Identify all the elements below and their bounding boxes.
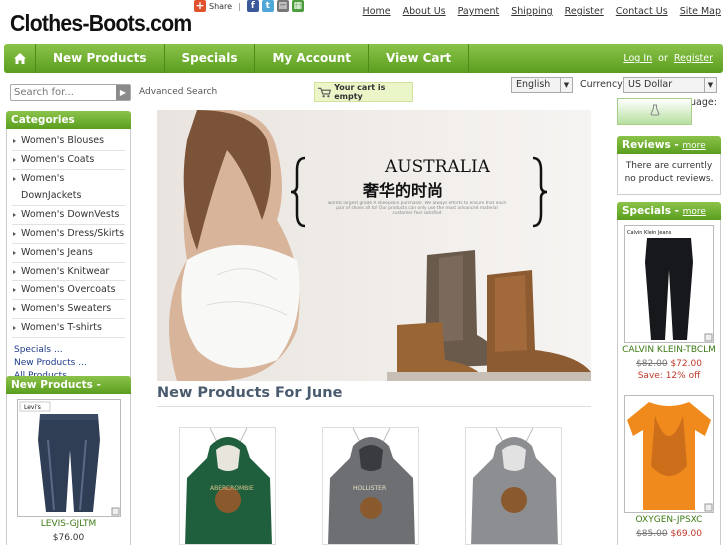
category-item[interactable]: Women's Dress/Skirts bbox=[12, 225, 125, 244]
category-item[interactable]: Women's T-shirts bbox=[12, 319, 125, 338]
section-divider bbox=[157, 406, 591, 407]
specials-more-link[interactable]: more bbox=[683, 207, 706, 217]
category-item[interactable]: Women's Blouses bbox=[12, 132, 125, 151]
category-item[interactable]: Women's Jeans bbox=[12, 244, 125, 263]
language-flag-button[interactable] bbox=[617, 98, 692, 125]
cart-status[interactable]: Your cart is empty bbox=[314, 82, 413, 102]
new-products-link[interactable]: New Products ... bbox=[14, 357, 123, 370]
category-item[interactable]: Women's Overcoats bbox=[12, 281, 125, 301]
top-link-payment[interactable]: Payment bbox=[458, 6, 500, 17]
nav-new-products[interactable]: New Products bbox=[36, 44, 165, 73]
main-nav: New Products Specials My Account View Ca… bbox=[4, 44, 723, 73]
reviews-text: There are currently no product reviews. bbox=[617, 154, 721, 195]
category-item[interactable]: Women's DownJackets bbox=[12, 170, 125, 207]
top-link-contact[interactable]: Contact Us bbox=[616, 6, 668, 17]
print-icon[interactable]: ▤ bbox=[276, 0, 289, 12]
brand-tag-text: Calvin Klein Jeans bbox=[627, 230, 672, 236]
special-price: $69.00 bbox=[670, 529, 702, 539]
language-value: English bbox=[516, 79, 551, 90]
or-text: or bbox=[658, 53, 668, 64]
dropdown-arrow-icon: ▼ bbox=[560, 78, 572, 92]
advanced-search-link[interactable]: Advanced Search bbox=[139, 87, 217, 97]
nav-specials[interactable]: Specials bbox=[165, 44, 256, 73]
new-products-box: New Products - more Levi's LEVIS-GJLTM $… bbox=[6, 376, 131, 545]
search-input[interactable] bbox=[11, 85, 116, 100]
top-link-shipping[interactable]: Shipping bbox=[511, 6, 552, 17]
nav-my-account[interactable]: My Account bbox=[255, 44, 370, 73]
old-price: $85.00 bbox=[636, 529, 668, 539]
product-image[interactable]: ABERCROMBIE bbox=[179, 427, 276, 545]
dropdown-arrow-icon: ▼ bbox=[704, 78, 716, 92]
category-item[interactable]: Women's Sweaters bbox=[12, 300, 125, 319]
share-bar: + Share | f t ▤ ▦ bbox=[194, 0, 304, 12]
specials-title: Specials - more bbox=[617, 202, 721, 220]
reviews-title: Reviews - more bbox=[617, 136, 721, 154]
register-link[interactable]: Register bbox=[674, 44, 713, 73]
language-select[interactable]: English ▼ bbox=[511, 77, 573, 93]
specials-link[interactable]: Specials ... bbox=[14, 344, 123, 357]
language-label-partial: uage: bbox=[690, 97, 717, 108]
banner-title: AUSTRALIA bbox=[384, 157, 491, 177]
product-image[interactable] bbox=[624, 395, 714, 513]
product-name[interactable]: OXYGEN-JPSXC bbox=[618, 515, 720, 525]
product-image[interactable]: HOLLISTER bbox=[322, 427, 419, 545]
category-item[interactable]: Women's Knitwear bbox=[12, 263, 125, 282]
banner-subtitle: 奢华的时尚 bbox=[362, 181, 443, 200]
banner-image[interactable]: AUSTRALIA 奢华的时尚 worlds largest grade A s… bbox=[157, 110, 591, 381]
share-plus-icon[interactable]: + bbox=[194, 0, 206, 12]
twitter-icon[interactable]: t bbox=[261, 0, 274, 12]
currency-label: Currency: bbox=[580, 79, 626, 90]
bookmark-icon[interactable]: ▦ bbox=[291, 0, 304, 12]
site-logo[interactable]: Clothes-Boots.com bbox=[10, 10, 192, 37]
currency-value: US Dollar bbox=[628, 79, 673, 90]
section-title: New Products For June bbox=[157, 385, 343, 401]
search-box: ▶ bbox=[10, 84, 131, 101]
save-badge: Save: 12% off bbox=[637, 371, 701, 381]
search-go-icon[interactable]: ▶ bbox=[116, 85, 130, 100]
old-price: $82.00 bbox=[636, 359, 668, 369]
banner-fineprint: worlds largest grade A sheepskin purchas… bbox=[327, 201, 507, 217]
cart-status-text: Your cart is empty bbox=[334, 83, 386, 101]
login-link[interactable]: Log In bbox=[623, 44, 652, 73]
categories-box: Categories Women's Blouses Women's Coats… bbox=[6, 111, 131, 390]
new-products-title: New Products - more bbox=[6, 376, 131, 403]
product-name[interactable]: CALVIN KLEIN-TBCLM bbox=[618, 345, 720, 355]
category-item[interactable]: Women's DownVests bbox=[12, 206, 125, 225]
reviews-more-link[interactable]: more bbox=[682, 141, 705, 151]
nav-view-cart[interactable]: View Cart bbox=[369, 44, 470, 73]
product-name[interactable]: LEVIS-GJLTM bbox=[7, 519, 130, 529]
specials-box: Specials - more Calvin Klein Jeans CALVI… bbox=[617, 202, 721, 545]
top-links: Home About Us Payment Shipping Register … bbox=[363, 6, 721, 17]
home-icon[interactable] bbox=[4, 44, 36, 73]
product-image[interactable]: Levi's bbox=[16, 399, 121, 517]
top-link-register[interactable]: Register bbox=[565, 6, 604, 17]
special-price: $72.00 bbox=[670, 359, 702, 369]
product-price: $76.00 bbox=[52, 533, 85, 543]
top-link-about[interactable]: About Us bbox=[403, 6, 446, 17]
svg-text:HOLLISTER: HOLLISTER bbox=[353, 485, 386, 492]
categories-title: Categories bbox=[6, 111, 131, 129]
category-item[interactable]: Women's Coats bbox=[12, 151, 125, 170]
flask-icon bbox=[649, 104, 660, 116]
svg-text:ABERCROMBIE: ABERCROMBIE bbox=[210, 485, 254, 492]
currency-select[interactable]: US Dollar ▼ bbox=[623, 77, 717, 93]
cart-icon bbox=[318, 87, 331, 97]
share-label[interactable]: Share bbox=[209, 2, 232, 11]
top-link-home[interactable]: Home bbox=[363, 6, 391, 17]
facebook-icon[interactable]: f bbox=[246, 0, 259, 12]
reviews-box: Reviews - more There are currently no pr… bbox=[617, 136, 721, 195]
top-link-sitemap[interactable]: Site Map bbox=[680, 6, 721, 17]
product-image[interactable] bbox=[465, 427, 562, 545]
brand-tag-text: Levi's bbox=[24, 404, 41, 411]
product-image[interactable]: Calvin Klein Jeans bbox=[624, 225, 714, 343]
